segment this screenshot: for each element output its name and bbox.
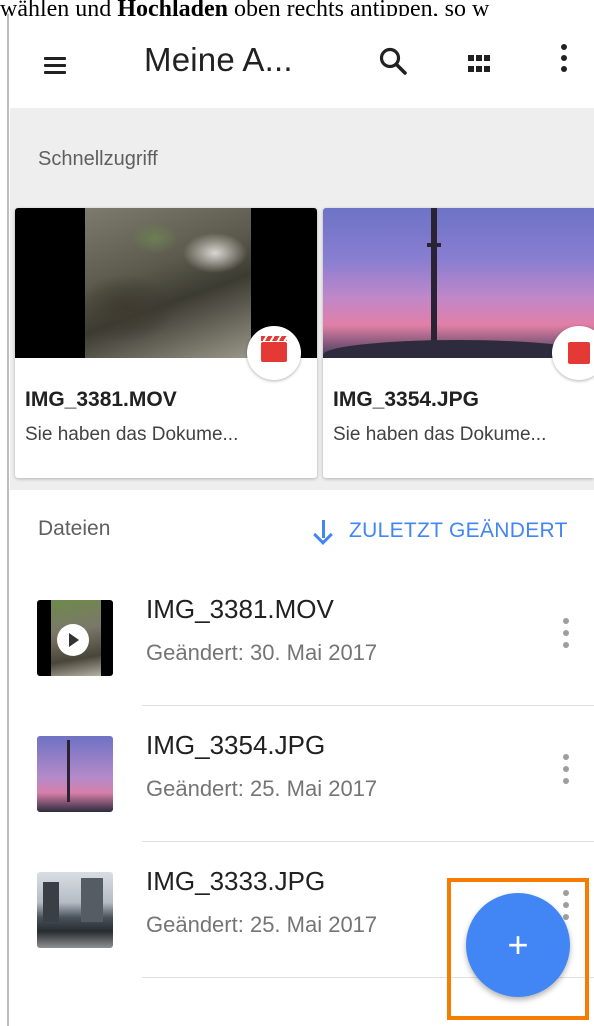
file-modified-date: Geändert: 25. Mai 2017 (146, 776, 378, 801)
file-modified-date: Geändert: 25. Mai 2017 (146, 912, 378, 937)
sort-button[interactable]: ZULETZT GEÄNDERT (313, 516, 568, 546)
highlight-box (447, 878, 589, 1020)
file-thumbnail (37, 872, 113, 948)
menu-icon[interactable] (44, 57, 66, 74)
app-bar: Meine A... (10, 16, 594, 108)
video-icon (247, 326, 301, 380)
arrow-down-icon (313, 520, 333, 542)
play-icon (57, 624, 89, 656)
files-header: Dateien ZULETZT GEÄNDERT (28, 408, 588, 542)
page-title: Meine A... (144, 41, 293, 78)
file-name: IMG_3333.JPG (146, 866, 326, 896)
search-icon[interactable] (378, 46, 408, 76)
more-vert-icon[interactable] (563, 754, 569, 788)
quick-access-heading: Schnellzugriff (38, 148, 158, 170)
file-name: IMG_3381.MOV (146, 594, 334, 624)
more-vert-icon[interactable] (560, 44, 568, 84)
sort-label: ZULETZT GEÄNDERT (349, 519, 568, 542)
grid-view-icon[interactable] (468, 55, 490, 75)
file-modified-date: Geändert: 30. Mai 2017 (146, 640, 378, 665)
card-thumbnail (323, 208, 594, 358)
more-vert-icon[interactable] (563, 618, 569, 652)
file-name: IMG_3354.JPG (146, 730, 326, 760)
list-item[interactable]: IMG_3354.JPG Geändert: 25. Mai 2017 (10, 706, 594, 842)
files-label: Dateien (38, 517, 111, 540)
image-icon (552, 326, 594, 380)
list-item[interactable]: IMG_3381.MOV Geändert: 30. Mai 2017 (10, 570, 594, 706)
file-thumbnail (37, 600, 113, 676)
file-thumbnail (37, 736, 113, 812)
left-border (7, 14, 9, 1026)
